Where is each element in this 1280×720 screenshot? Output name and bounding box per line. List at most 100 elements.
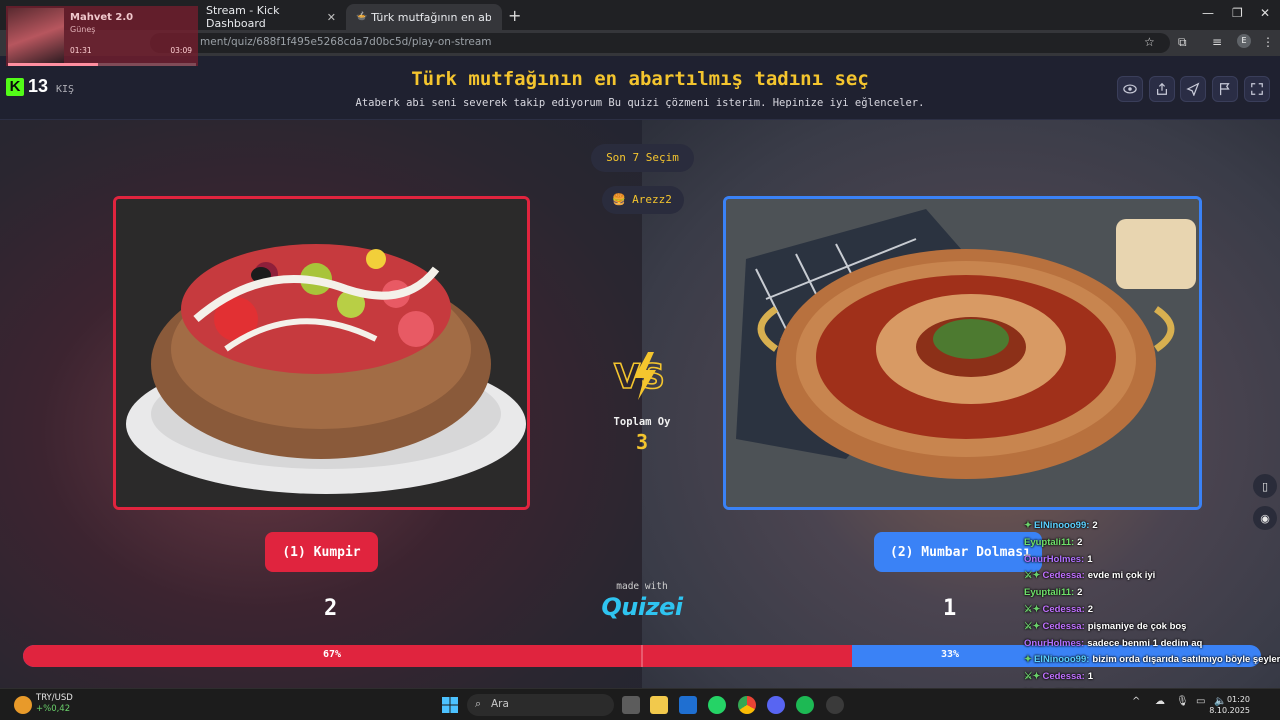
chat-message: OnurHolmes: sadece benmi 1 dedim aq	[1024, 636, 1280, 653]
track-artist: Güneş	[70, 25, 96, 34]
chat-username[interactable]: Cedessa:	[1042, 621, 1084, 632]
tray-overflow-icon[interactable]: ^	[1132, 696, 1144, 714]
author-badge: 🍔 Arezz2	[602, 186, 684, 214]
chat-username[interactable]: OnurHolmes:	[1024, 638, 1084, 649]
chat-message: ⚔✦ Cedessa: evde mi çok iyi	[1024, 568, 1280, 585]
currency-widget[interactable]: TRY/USD +%0,42	[36, 693, 73, 715]
spotify-icon[interactable]	[796, 696, 814, 714]
new-tab-icon[interactable]: +	[508, 6, 521, 25]
search-placeholder: Ara	[491, 698, 509, 710]
versus-icon: VS	[613, 352, 666, 400]
bar-center-divider	[641, 645, 643, 667]
chat-text: pişmaniye de çok boş	[1087, 620, 1187, 632]
task-view-icon[interactable]	[622, 696, 640, 714]
chat-message: ⚔✦ Cedessa: 1	[1024, 669, 1280, 686]
chat-text: 2	[1077, 536, 1083, 548]
media-control-icon[interactable]: ≡	[1212, 35, 1222, 49]
chat-badge-icon: ⚔✦	[1024, 603, 1041, 615]
whatsapp-icon[interactable]	[708, 696, 726, 714]
vote-button-kumpir[interactable]: (1) Kumpir	[265, 532, 378, 572]
tab-label: Stream - Kick Dashboard	[206, 4, 280, 30]
chat-username[interactable]: ElNinooo99:	[1034, 654, 1089, 665]
album-art	[8, 8, 64, 64]
chat-text: 1	[1087, 671, 1094, 683]
favicon-icon: 🍲	[356, 12, 368, 22]
chat-text: 2	[1077, 587, 1083, 599]
chat-badge-icon: ✦	[1024, 654, 1032, 666]
flag-icon[interactable]	[1212, 76, 1238, 102]
profile-avatar[interactable]: E	[1237, 34, 1251, 48]
total-votes-label: Toplam Oy	[613, 416, 671, 428]
discord-icon[interactable]	[767, 696, 785, 714]
chat-username[interactable]: Cedessa:	[1042, 604, 1084, 615]
chat-username[interactable]: Eyuptali11:	[1024, 537, 1074, 548]
chat-message: Eyuptali11: 2	[1024, 535, 1280, 552]
chat-username[interactable]: Cedessa:	[1042, 671, 1084, 682]
network-icon[interactable]: ▭	[1196, 696, 1208, 714]
chat-text: evde mi çok iyi	[1087, 570, 1156, 582]
microphone-icon[interactable]: 🎙	[1176, 696, 1189, 714]
left-vote-count: 2	[324, 596, 338, 621]
quiz-title: Türk mutfağının en abartılmış tadını seç	[411, 68, 869, 90]
outlook-icon[interactable]	[679, 696, 697, 714]
total-votes-value: 3	[635, 430, 649, 454]
author-avatar-icon: 🍔	[612, 193, 626, 206]
chat-message: ⚔✦ Cedessa: 2	[1024, 602, 1280, 619]
vote-button-mumbar-dolmasi[interactable]: (2) Mumbar Dolması	[874, 532, 1042, 572]
chat-text: 2	[1092, 520, 1098, 531]
quiz-subtitle: Ataberk abi seni severek takip ediyorum …	[355, 97, 925, 109]
close-window-icon[interactable]: ✕	[1260, 6, 1270, 20]
chat-message: OnurHolmes: 1	[1024, 552, 1280, 569]
bookmark-star-icon[interactable]: ☆	[1144, 35, 1155, 49]
elapsed-time: 01:31	[70, 46, 92, 55]
chat-badge-icon: ✦	[1024, 520, 1032, 531]
obs-icon[interactable]	[826, 696, 844, 714]
url-field[interactable]: ment/quiz/688f1f495e5268cda7d0bc5d/play-…	[150, 33, 1170, 53]
taskbar-clock[interactable]: 01:20 8.10.2025	[1209, 694, 1250, 716]
chrome-icon[interactable]	[738, 696, 756, 714]
share-icon[interactable]	[1149, 76, 1175, 102]
viewer-count: 13	[28, 76, 49, 96]
chat-badge-icon: ⚔✦	[1024, 570, 1041, 582]
author-name: Arezz2	[632, 193, 672, 206]
right-share-percent: 33%	[941, 649, 960, 660]
file-explorer-icon[interactable]	[650, 696, 668, 714]
option-image-kumpir[interactable]	[113, 196, 530, 510]
clock-date: 8.10.2025	[1209, 706, 1250, 715]
menu-icon[interactable]: ⋮	[1262, 35, 1274, 49]
quizei-logo[interactable]: Quizei	[598, 593, 686, 621]
option-image-mumbar-dolmasi[interactable]	[723, 196, 1202, 510]
close-icon[interactable]: ✕	[327, 11, 336, 24]
chat-username[interactable]: Cedessa:	[1042, 570, 1084, 581]
maximize-icon[interactable]: ❐	[1232, 6, 1243, 20]
tab-quiz[interactable]: 🍲 Türk mutfağının en abartılmış t	[346, 4, 502, 30]
chat-text: bizim orda dışarıda satılmıyo böyle şeyl…	[1092, 654, 1280, 666]
tab-kick-dashboard[interactable]: Stream - Kick Dashboard ✕	[196, 4, 344, 30]
chat-text: 2	[1087, 603, 1094, 615]
round-label: Son 7 Seçim	[591, 144, 694, 172]
taskbar-search[interactable]: ⌕ Ara	[467, 694, 614, 716]
chat-username[interactable]: OnurHolmes:	[1024, 554, 1084, 565]
onedrive-icon[interactable]: ☁	[1155, 696, 1167, 714]
send-icon[interactable]	[1180, 76, 1206, 102]
search-icon: ⌕	[475, 697, 482, 710]
track-progress-fill	[8, 63, 99, 66]
chat-username[interactable]: Eyuptali11:	[1024, 587, 1074, 598]
chat-username[interactable]: ElNinooo99:	[1034, 520, 1089, 531]
minimize-icon[interactable]: —	[1202, 6, 1214, 20]
clock-time: 01:20	[1226, 695, 1250, 704]
extensions-icon[interactable]: ⧉	[1178, 35, 1187, 50]
reader-mode-icon[interactable]: ▯	[1253, 474, 1277, 498]
chat-message: ✦ ElNinooo99: bizim orda dışarıda satılmıy…	[1024, 652, 1280, 669]
fullscreen-icon[interactable]	[1244, 76, 1270, 102]
chat-badge-icon: ⚔✦	[1024, 671, 1041, 683]
chat-message: Eyuptali11: 2	[1024, 585, 1280, 602]
tab-label: Türk mutfağının en abartılmış t	[371, 10, 492, 24]
left-share-percent: 67%	[323, 649, 342, 660]
right-vote-count: 1	[943, 596, 957, 621]
windows-start-icon[interactable]	[441, 696, 459, 714]
chat-message: ✦ ElNinooo99: 2	[1024, 518, 1280, 535]
weather-widget-icon[interactable]	[14, 696, 32, 714]
currency-pair: TRY/USD	[36, 693, 73, 703]
eye-icon[interactable]	[1117, 76, 1143, 102]
